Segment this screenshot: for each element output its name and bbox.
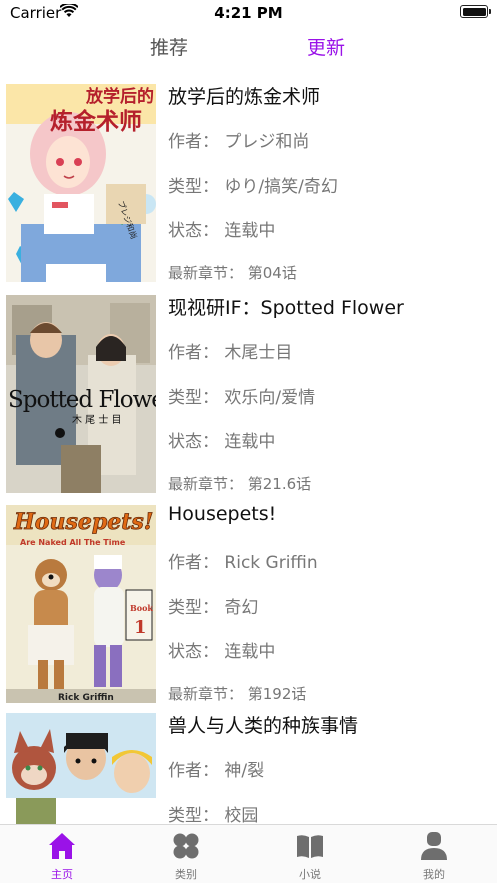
comic-title[interactable]: 现视研IF：Spotted Flower [168, 293, 404, 320]
svg-text:放学后的: 放学后的 [85, 86, 154, 107]
comic-author: 作者： プレジ和尚 [168, 132, 310, 152]
svg-text:炼金术师: 炼金术师 [50, 108, 142, 135]
comic-author: 作者： Rick Griffin [168, 553, 318, 573]
comic-status: 状态： 连载中 [168, 432, 276, 452]
svg-text:Book: Book [130, 603, 153, 613]
tabbar-label: 小说 [299, 868, 321, 881]
tabbar-label: 类别 [175, 868, 197, 881]
comic-author: 作者： 神/裂 [168, 761, 265, 781]
list-item[interactable]: 兽人与人类的种族事情 作者： 神/裂 类型： 校园 [0, 711, 497, 824]
top-tabs: 推荐 更新 [0, 30, 497, 66]
home-icon [49, 833, 75, 859]
comic-latest-chapter: 最新章节： 第21.6话 [168, 475, 312, 493]
svg-text:Housepets!: Housepets! [13, 509, 153, 535]
tabbar-label: 我的 [423, 868, 445, 881]
comic-latest-chapter: 最新章节： 第04话 [168, 264, 297, 282]
cover-image: 放学后的 炼金术师 プレジ和尚 [6, 84, 156, 282]
cover-image: Spotted Flower 木 尾 士 目 [6, 295, 156, 493]
svg-text:Are Naked All The Time: Are Naked All The Time [20, 538, 126, 547]
tab-update[interactable]: 更新 [307, 33, 345, 60]
status-time: 4:21 PM [214, 4, 283, 22]
comic-latest-chapter: 最新章节： 第192话 [168, 685, 307, 703]
cover-image: Housepets! Are Naked All The Time Book 1… [6, 505, 156, 703]
book-icon [297, 835, 323, 858]
category-icon [173, 833, 199, 859]
cover-image [6, 713, 156, 824]
comic-status: 状态： 连载中 [168, 642, 276, 662]
comic-status: 状态： 连载中 [168, 221, 276, 241]
comic-author: 作者： 木尾士目 [168, 343, 293, 363]
comic-list[interactable]: 放学后的 炼金术师 プレジ和尚 放学后的炼金术师 作者： プレジ和尚 类型： ゆ… [0, 82, 497, 824]
comic-title[interactable]: 放学后的炼金术师 [168, 82, 320, 109]
svg-text:Spotted Flower: Spotted Flower [8, 387, 156, 413]
tabbar-profile[interactable]: 我的 [372, 825, 496, 884]
comic-type: 类型： 奇幻 [168, 598, 259, 618]
tabbar-home[interactable]: 主页 [0, 825, 124, 884]
svg-text:木 尾 士 目: 木 尾 士 目 [72, 413, 122, 426]
comic-title[interactable]: 兽人与人类的种族事情 [168, 711, 358, 738]
battery-icon [460, 5, 491, 18]
tabbar-novel[interactable]: 小说 [248, 825, 372, 884]
profile-icon [421, 832, 447, 860]
svg-text:Rick Griffin: Rick Griffin [58, 693, 114, 703]
tabbar-category[interactable]: 类别 [124, 825, 248, 884]
comic-type: 类型： 欢乐向/爱情 [168, 388, 316, 408]
comic-type: 类型： 校园 [168, 806, 259, 824]
list-item[interactable]: Spotted Flower 木 尾 士 目 现视研IF：Spotted Flo… [0, 293, 497, 493]
list-item[interactable]: 放学后的 炼金术师 プレジ和尚 放学后的炼金术师 作者： プレジ和尚 类型： ゆ… [0, 82, 497, 282]
svg-text:1: 1 [134, 617, 147, 638]
bottom-tab-bar: 主页 类别 小说 我的 [0, 824, 497, 883]
comic-type: 类型： ゆり/搞笑/奇幻 [168, 177, 338, 197]
list-item[interactable]: Housepets! Are Naked All The Time Book 1… [0, 503, 497, 703]
tabbar-label: 主页 [51, 868, 73, 881]
tab-recommend[interactable]: 推荐 [150, 33, 188, 60]
status-bar: Carrier 4:21 PM [0, 0, 497, 26]
comic-title[interactable]: Housepets! [168, 503, 276, 525]
